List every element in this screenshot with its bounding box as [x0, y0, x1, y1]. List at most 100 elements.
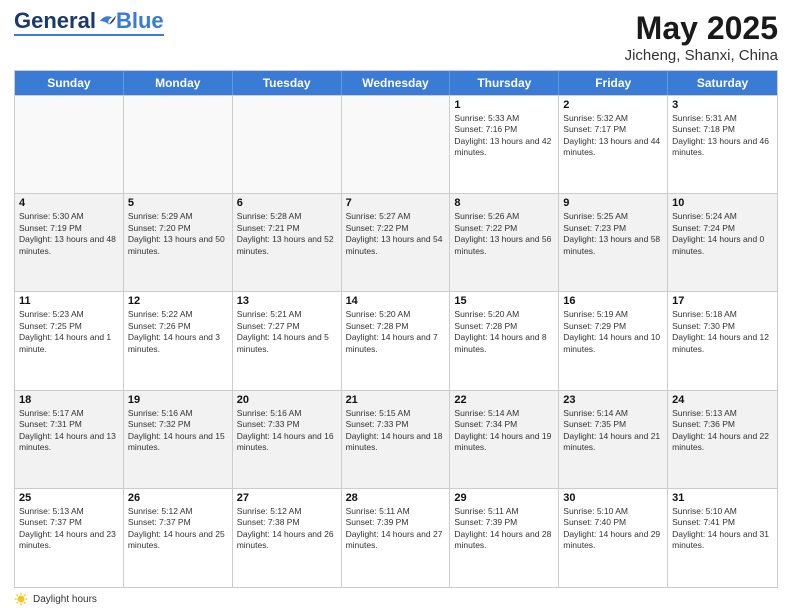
logo: General Blue — [14, 10, 164, 36]
day-number: 21 — [346, 394, 446, 406]
day-detail: Sunrise: 5:25 AM Sunset: 7:23 PM Dayligh… — [563, 211, 663, 257]
day-detail: Sunrise: 5:20 AM Sunset: 7:28 PM Dayligh… — [454, 309, 554, 355]
sun-icon — [14, 592, 28, 606]
header-monday: Monday — [124, 71, 233, 95]
day-number: 10 — [672, 197, 773, 209]
calendar-cell: 8 Sunrise: 5:26 AM Sunset: 7:22 PM Daylig… — [450, 194, 559, 291]
logo-blue: Blue — [116, 10, 164, 32]
day-number: 3 — [672, 99, 773, 111]
calendar-cell: 12Sunrise: 5:22 AM Sunset: 7:26 PM Dayli… — [124, 292, 233, 389]
day-number: 30 — [563, 492, 663, 504]
calendar-cell — [233, 96, 342, 193]
day-detail: Sunrise: 5:17 AM Sunset: 7:31 PM Dayligh… — [19, 408, 119, 454]
calendar-cell: 2 Sunrise: 5:32 AM Sunset: 7:17 PM Daylig… — [559, 96, 668, 193]
header-friday: Friday — [559, 71, 668, 95]
calendar-cell: 3 Sunrise: 5:31 AM Sunset: 7:18 PM Daylig… — [668, 96, 777, 193]
day-detail: Sunrise: 5:26 AM Sunset: 7:22 PM Dayligh… — [454, 211, 554, 257]
day-number: 5 — [128, 197, 228, 209]
day-number: 20 — [237, 394, 337, 406]
day-detail: Sunrise: 5:11 AM Sunset: 7:39 PM Dayligh… — [346, 506, 446, 552]
logo-general: General — [14, 10, 96, 32]
day-detail: Sunrise: 5:13 AM Sunset: 7:37 PM Dayligh… — [19, 506, 119, 552]
day-detail: Sunrise: 5:31 AM Sunset: 7:18 PM Dayligh… — [672, 113, 773, 159]
footer: Daylight hours — [14, 592, 778, 606]
day-number: 27 — [237, 492, 337, 504]
day-number: 22 — [454, 394, 554, 406]
day-number: 17 — [672, 295, 773, 307]
calendar-cell: 1 Sunrise: 5:33 AM Sunset: 7:16 PM Daylig… — [450, 96, 559, 193]
calendar-cell: 4Sunrise: 5:30 AM Sunset: 7:19 PM Daylig… — [15, 194, 124, 291]
day-number: 23 — [563, 394, 663, 406]
day-detail: Sunrise: 5:27 AM Sunset: 7:22 PM Dayligh… — [346, 211, 446, 257]
logo-underline — [14, 34, 164, 36]
day-detail: Sunrise: 5:13 AM Sunset: 7:36 PM Dayligh… — [672, 408, 773, 454]
calendar-cell: 14Sunrise: 5:20 AM Sunset: 7:28 PM Dayli… — [342, 292, 451, 389]
title-block: May 2025 Jicheng, Shanxi, China — [625, 10, 778, 64]
header-sunday: Sunday — [15, 71, 124, 95]
calendar-cell — [342, 96, 451, 193]
day-detail: Sunrise: 5:19 AM Sunset: 7:29 PM Dayligh… — [563, 309, 663, 355]
calendar-cell: 17 Sunrise: 5:18 AM Sunset: 7:30 PM Dayli… — [668, 292, 777, 389]
day-detail: Sunrise: 5:32 AM Sunset: 7:17 PM Dayligh… — [563, 113, 663, 159]
calendar-row-2: 4Sunrise: 5:30 AM Sunset: 7:19 PM Daylig… — [15, 194, 777, 292]
calendar: Sunday Monday Tuesday Wednesday Thursday… — [14, 70, 778, 588]
day-number: 9 — [563, 197, 663, 209]
calendar-cell: 6Sunrise: 5:28 AM Sunset: 7:21 PM Daylig… — [233, 194, 342, 291]
month-year: May 2025 — [625, 10, 778, 47]
calendar-cell: 26 Sunrise: 5:12 AM Sunset: 7:37 PM Dayli… — [124, 489, 233, 587]
header-saturday: Saturday — [668, 71, 777, 95]
day-detail: Sunrise: 5:33 AM Sunset: 7:16 PM Dayligh… — [454, 113, 554, 159]
calendar-cell: 28 Sunrise: 5:11 AM Sunset: 7:39 PM Dayli… — [342, 489, 451, 587]
day-detail: Sunrise: 5:12 AM Sunset: 7:37 PM Dayligh… — [128, 506, 228, 552]
day-detail: Sunrise: 5:18 AM Sunset: 7:30 PM Dayligh… — [672, 309, 773, 355]
day-detail: Sunrise: 5:20 AM Sunset: 7:28 PM Dayligh… — [346, 309, 446, 355]
day-detail: Sunrise: 5:12 AM Sunset: 7:38 PM Dayligh… — [237, 506, 337, 552]
calendar-cell: 10Sunrise: 5:24 AM Sunset: 7:24 PM Dayli… — [668, 194, 777, 291]
day-number: 15 — [454, 295, 554, 307]
page: General Blue May 2025 Jicheng, Shanxi, C… — [0, 0, 792, 612]
calendar-cell: 22 Sunrise: 5:14 AM Sunset: 7:34 PM Dayli… — [450, 391, 559, 488]
header: General Blue May 2025 Jicheng, Shanxi, C… — [14, 10, 778, 64]
day-number: 13 — [237, 295, 337, 307]
day-detail: Sunrise: 5:28 AM Sunset: 7:21 PM Dayligh… — [237, 211, 337, 257]
header-thursday: Thursday — [450, 71, 559, 95]
day-number: 24 — [672, 394, 773, 406]
calendar-cell: 25 Sunrise: 5:13 AM Sunset: 7:37 PM Dayli… — [15, 489, 124, 587]
day-detail: Sunrise: 5:10 AM Sunset: 7:41 PM Dayligh… — [672, 506, 773, 552]
day-number: 25 — [19, 492, 119, 504]
day-detail: Sunrise: 5:14 AM Sunset: 7:35 PM Dayligh… — [563, 408, 663, 454]
calendar-header: Sunday Monday Tuesday Wednesday Thursday… — [15, 71, 777, 95]
calendar-cell: 19Sunrise: 5:16 AM Sunset: 7:32 PM Dayli… — [124, 391, 233, 488]
day-number: 12 — [128, 295, 228, 307]
day-number: 31 — [672, 492, 773, 504]
day-detail: Sunrise: 5:15 AM Sunset: 7:33 PM Dayligh… — [346, 408, 446, 454]
day-number: 29 — [454, 492, 554, 504]
calendar-cell: 5Sunrise: 5:29 AM Sunset: 7:20 PM Daylig… — [124, 194, 233, 291]
day-detail: Sunrise: 5:21 AM Sunset: 7:27 PM Dayligh… — [237, 309, 337, 355]
day-number: 26 — [128, 492, 228, 504]
calendar-cell: 31 Sunrise: 5:10 AM Sunset: 7:41 PM Dayli… — [668, 489, 777, 587]
logo-text: General Blue — [14, 10, 164, 32]
calendar-cell: 30Sunrise: 5:10 AM Sunset: 7:40 PM Dayli… — [559, 489, 668, 587]
calendar-cell: 27 Sunrise: 5:12 AM Sunset: 7:38 PM Dayli… — [233, 489, 342, 587]
calendar-row-1: 1 Sunrise: 5:33 AM Sunset: 7:16 PM Daylig… — [15, 96, 777, 194]
calendar-cell: 15 Sunrise: 5:20 AM Sunset: 7:28 PM Dayli… — [450, 292, 559, 389]
calendar-cell: 7Sunrise: 5:27 AM Sunset: 7:22 PM Daylig… — [342, 194, 451, 291]
calendar-row-5: 25 Sunrise: 5:13 AM Sunset: 7:37 PM Dayli… — [15, 489, 777, 587]
day-number: 16 — [563, 295, 663, 307]
calendar-row-4: 18Sunrise: 5:17 AM Sunset: 7:31 PM Dayli… — [15, 391, 777, 489]
day-detail: Sunrise: 5:11 AM Sunset: 7:39 PM Dayligh… — [454, 506, 554, 552]
day-number: 28 — [346, 492, 446, 504]
day-number: 1 — [454, 99, 554, 111]
calendar-cell — [124, 96, 233, 193]
calendar-cell: 11Sunrise: 5:23 AM Sunset: 7:25 PM Dayli… — [15, 292, 124, 389]
day-number: 2 — [563, 99, 663, 111]
day-detail: Sunrise: 5:30 AM Sunset: 7:19 PM Dayligh… — [19, 211, 119, 257]
calendar-cell: 29 Sunrise: 5:11 AM Sunset: 7:39 PM Dayli… — [450, 489, 559, 587]
day-detail: Sunrise: 5:16 AM Sunset: 7:33 PM Dayligh… — [237, 408, 337, 454]
day-detail: Sunrise: 5:14 AM Sunset: 7:34 PM Dayligh… — [454, 408, 554, 454]
day-number: 8 — [454, 197, 554, 209]
calendar-cell: 20 Sunrise: 5:16 AM Sunset: 7:33 PM Dayli… — [233, 391, 342, 488]
calendar-cell: 13 Sunrise: 5:21 AM Sunset: 7:27 PM Dayli… — [233, 292, 342, 389]
footer-legend-label: Daylight hours — [33, 594, 97, 605]
